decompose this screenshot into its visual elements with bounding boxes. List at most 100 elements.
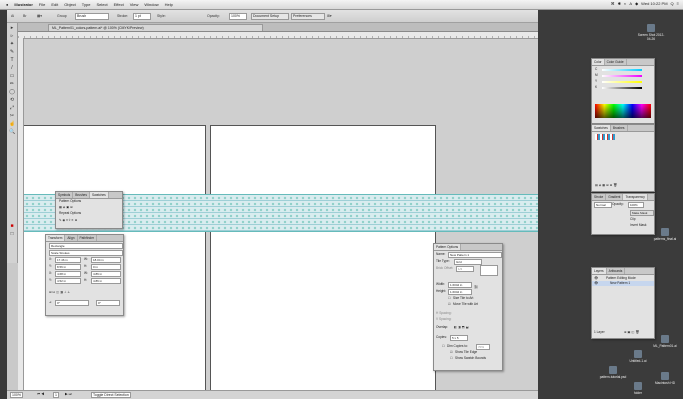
transform-name-field[interactable]: Rectangle xyxy=(49,243,123,249)
po-show-tile-edge-checkbox[interactable]: ☑ xyxy=(450,350,453,355)
pencil-tool-icon[interactable]: ✏ xyxy=(9,81,15,87)
t-x2-field[interactable]: 4.68 in xyxy=(55,271,81,277)
swatch-icons-row[interactable]: ▦ ◈ ▣ ⊞ xyxy=(59,205,73,210)
po-brick-offset-field[interactable]: 1/2 xyxy=(456,266,474,272)
po-height-field[interactable]: 1.6042 in xyxy=(448,289,472,295)
menu-select[interactable]: Select xyxy=(96,2,107,7)
blend-mode-select[interactable]: Normal xyxy=(594,202,612,208)
zoom-field[interactable]: 100% xyxy=(10,392,23,398)
clock[interactable]: Wed 10:22 PM xyxy=(641,1,667,6)
document-setup-button[interactable]: Document Setup xyxy=(251,13,289,20)
color-spectrum[interactable] xyxy=(595,104,651,118)
tab-artboards[interactable]: Artboards xyxy=(607,268,626,274)
desktop-icon[interactable]: Macintosh HD xyxy=(650,372,680,385)
stroke-field[interactable]: 1 pt xyxy=(133,13,151,20)
desktop-icon[interactable]: Untitled-1.ai xyxy=(623,350,653,363)
magic-wand-tool-icon[interactable]: ✦ xyxy=(9,41,15,47)
po-show-swatch-bounds-checkbox[interactable]: ☐ xyxy=(450,356,453,361)
t-w-field[interactable]: 18.04 in xyxy=(91,257,121,263)
scale-tool-icon[interactable]: ⤢ xyxy=(9,105,15,111)
tab-transparency[interactable]: Transparency xyxy=(623,194,648,200)
slider-m[interactable] xyxy=(602,75,642,77)
po-name-field[interactable]: New Pattern 1 xyxy=(448,252,502,258)
artboard-number-field[interactable]: 1 xyxy=(53,392,59,398)
t-x-field[interactable]: 17.46 in xyxy=(55,257,81,263)
menu-edit[interactable]: Edit xyxy=(51,2,58,7)
layers-footer-icons[interactable]: ⊕ ▣ ◫ 🗑 xyxy=(624,330,639,335)
menu-type[interactable]: Type xyxy=(82,2,91,7)
hand-tool-icon[interactable]: ☝ xyxy=(9,121,15,127)
volume-icon[interactable]: ◆ xyxy=(635,1,638,6)
transform-icons-row[interactable]: ⊞ ⊟ ◫ ◨ ⊥ ⟂ xyxy=(49,290,70,295)
tab-swatches-right[interactable]: Swatches xyxy=(592,125,611,131)
rectangle-tool-icon[interactable]: ▭ xyxy=(9,73,15,79)
desktop-icon[interactable]: folder xyxy=(623,382,653,395)
menu-app[interactable]: Illustrator xyxy=(14,2,32,7)
bluetooth-icon[interactable]: ✱ xyxy=(618,1,621,6)
status-icon[interactable]: ⌘ xyxy=(611,1,615,6)
menu-file[interactable]: File xyxy=(39,2,45,7)
po-width-field[interactable]: 1.6042 in xyxy=(448,282,472,288)
menu-window[interactable]: Window xyxy=(144,2,158,7)
angle-field[interactable]: 0° xyxy=(55,300,89,306)
desktop-icon[interactable]: ML_Pattern01.ai xyxy=(650,335,680,348)
po-tile-type-select[interactable]: Grid xyxy=(454,259,482,265)
tab-symbols[interactable]: Symbols xyxy=(56,192,74,198)
menu-help[interactable]: Help xyxy=(165,2,173,7)
po-overlap-buttons[interactable]: ◧ ◨ ⬒ ⬓ xyxy=(454,325,469,330)
tab-brushes-right[interactable]: Brushes xyxy=(611,125,628,131)
po-dim-field[interactable]: 70% xyxy=(476,344,490,350)
tab-stroke[interactable]: Stroke xyxy=(592,194,607,200)
notification-icon[interactable]: ≡ xyxy=(677,1,679,6)
tab-swatches[interactable]: Swatches xyxy=(89,192,109,198)
t-h-field[interactable]: 0 in xyxy=(91,264,121,270)
t-y-field[interactable]: 8.56 in xyxy=(55,264,81,270)
tab-color-guide[interactable]: Color Guide xyxy=(605,59,627,65)
po-link-icon[interactable]: ⛓ xyxy=(474,285,478,290)
spotlight-icon[interactable]: Q xyxy=(671,1,674,6)
po-dim-copies-checkbox[interactable]: ☐ xyxy=(442,344,445,349)
slider-c[interactable] xyxy=(602,69,642,71)
t-y2-field[interactable]: 4.52 in xyxy=(55,278,81,284)
document-tab[interactable]: ML_Pattern01_colors-pattern.ai* @ 100% (… xyxy=(48,24,263,31)
rotate-tool-icon[interactable]: ⟲ xyxy=(9,97,15,103)
opacity-field[interactable]: 100% xyxy=(229,13,247,20)
artboard-2[interactable] xyxy=(210,125,436,390)
shear-field[interactable]: 0° xyxy=(96,300,120,306)
artboard-nav[interactable]: ⏮ ◀ xyxy=(37,392,44,397)
selection-tool-icon[interactable]: ▸ xyxy=(9,25,15,31)
status-tool-label[interactable]: Toggle Direct Selection xyxy=(91,392,131,398)
stroke-swatch-icon[interactable]: □ xyxy=(9,231,15,237)
arrange-docs-icon[interactable]: ⊞▾ xyxy=(327,13,332,19)
slider-y[interactable] xyxy=(602,81,642,83)
tab-color[interactable]: Color xyxy=(592,59,605,65)
t-h2-field[interactable]: 4.86 in xyxy=(91,278,121,284)
pen-tool-icon[interactable]: ✎ xyxy=(9,49,15,55)
po-move-tile-checkbox[interactable]: ☑ xyxy=(448,302,451,307)
layer-2-name[interactable]: New Pattern 1 xyxy=(610,281,630,286)
swatch-footer-icons[interactable]: ▤ ◈ ▦ ⊞ ⊕ 🗑 xyxy=(595,183,617,188)
swatch-grid[interactable] xyxy=(595,134,615,140)
type-tool-icon[interactable]: T xyxy=(9,57,15,63)
horizontal-ruler[interactable] xyxy=(18,32,538,39)
time-machine-icon[interactable]: ◐ xyxy=(624,1,626,6)
scissors-tool-icon[interactable]: ✂ xyxy=(9,113,15,119)
transform-option-field[interactable]: Scale Strokes xyxy=(49,250,123,256)
desktop-icon[interactable]: pattern-tutorial.psd xyxy=(598,366,628,379)
tab-gradient[interactable]: Gradient xyxy=(606,194,624,200)
menu-view[interactable]: View xyxy=(130,2,139,7)
make-mask-button[interactable]: Make Mask xyxy=(630,210,654,216)
input-icon[interactable]: A xyxy=(629,1,632,6)
tab-transform[interactable]: Transform xyxy=(46,235,66,241)
artboard-nav-next[interactable]: ▶ ⏭ xyxy=(65,392,72,397)
brush-field[interactable]: Brush xyxy=(75,13,109,20)
arrange-icon[interactable]: ▦▾ xyxy=(37,13,42,19)
po-copies-select[interactable]: 5 x 5 xyxy=(450,335,468,341)
direct-selection-tool-icon[interactable]: ▹ xyxy=(9,33,15,39)
preferences-button[interactable]: Preferences xyxy=(291,13,325,20)
apple-icon[interactable]: ● xyxy=(6,2,8,7)
desktop-icon[interactable]: patterns_final.ai xyxy=(650,228,680,241)
eye-icon[interactable]: 👁 xyxy=(594,281,598,286)
tab-pathfinder[interactable]: Pathfinder xyxy=(78,235,98,241)
transparency-opacity-field[interactable]: 100% xyxy=(628,202,644,208)
